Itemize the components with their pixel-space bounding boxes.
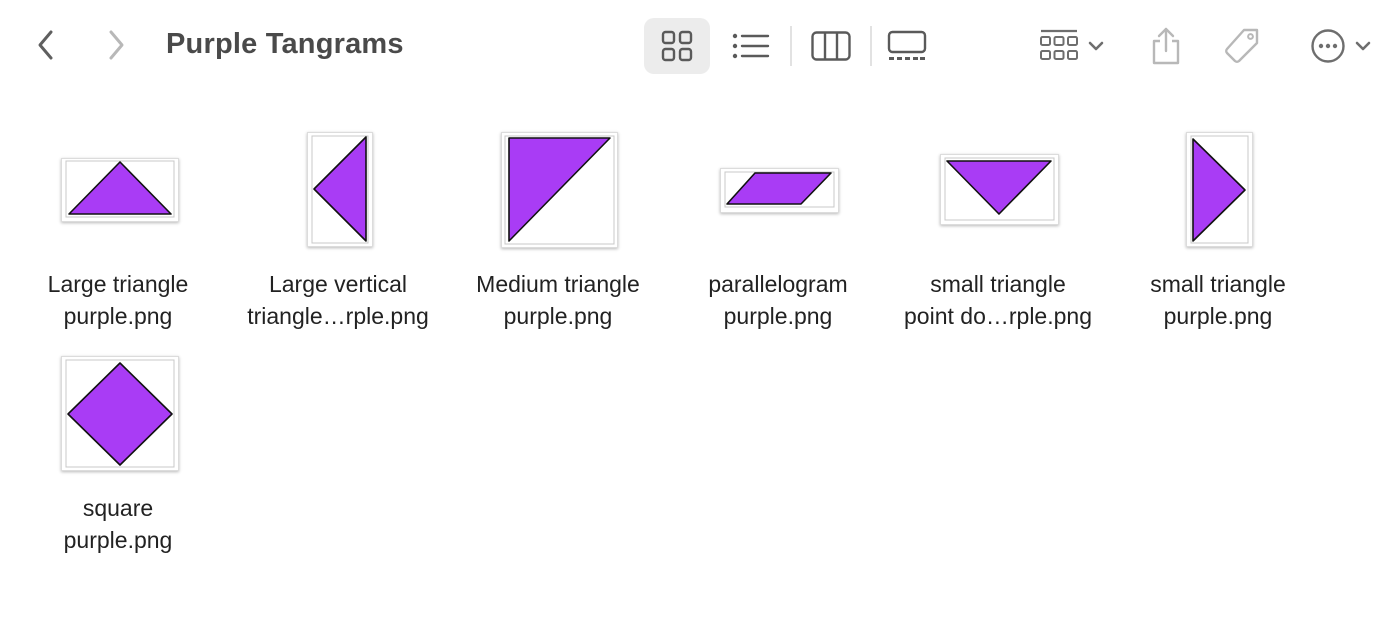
gallery-icon — [887, 30, 927, 60]
group-by-button[interactable] — [1032, 18, 1112, 74]
triangle-shape-icon — [1190, 135, 1249, 244]
gallery-view-button[interactable] — [878, 18, 936, 74]
tag-icon — [1225, 28, 1259, 63]
file-thumbnail — [307, 132, 373, 247]
file-item[interactable]: square purple.png — [8, 346, 228, 566]
toolbar-divider — [870, 26, 872, 66]
more-actions-button[interactable] — [1302, 18, 1380, 74]
file-item[interactable]: small triangle point do…rple.png — [888, 100, 1108, 340]
file-name-line1: Large vertical — [268, 271, 408, 297]
file-name-line2: purple.png — [503, 303, 613, 329]
file-item[interactable]: small triangle purple.png — [1108, 100, 1328, 340]
parallelogram-shape-icon — [724, 171, 835, 208]
file-thumbnail — [61, 356, 179, 471]
list-icon — [732, 33, 770, 59]
columns-icon — [811, 31, 851, 61]
chevron-left-icon — [38, 30, 53, 60]
list-view-button[interactable] — [722, 18, 780, 74]
icon-view-button[interactable] — [644, 18, 710, 74]
chevron-down-icon — [1355, 41, 1371, 51]
file-name-line2: purple.png — [723, 303, 833, 329]
file-item[interactable]: parallelogram purple.png — [668, 100, 888, 340]
toolbar-divider — [790, 26, 792, 66]
file-name-line1: Large triangle — [47, 271, 189, 297]
forward-button[interactable] — [96, 24, 136, 66]
file-item[interactable]: Large vertical triangle…rple.png — [228, 100, 448, 340]
file-thumbnail — [1186, 132, 1253, 247]
file-name-line2: purple.png — [1163, 303, 1273, 329]
file-item[interactable]: Medium triangle purple.png — [448, 100, 668, 340]
file-thumbnail — [61, 158, 179, 222]
share-icon — [1152, 27, 1180, 65]
file-name-line2: purple.png — [63, 303, 173, 329]
chevron-right-icon — [109, 30, 124, 60]
square-shape-icon — [65, 359, 175, 468]
window-title: Purple Tangrams — [166, 28, 404, 60]
chevron-down-icon — [1088, 41, 1104, 51]
file-thumbnail — [501, 132, 618, 248]
file-name-line1: parallelogram — [708, 271, 848, 297]
file-name-line1: square — [82, 495, 154, 521]
file-name-line2: point do…rple.png — [904, 303, 1092, 329]
triangle-shape-icon — [311, 135, 369, 244]
column-view-button[interactable] — [802, 18, 860, 74]
file-thumbnail — [720, 168, 839, 213]
tag-button[interactable] — [1216, 18, 1268, 74]
finder-toolbar: Purple Tangrams — [0, 0, 1396, 92]
file-item[interactable]: Large triangle purple.png — [8, 100, 228, 340]
triangle-shape-icon — [504, 135, 615, 245]
file-name-line1: small triangle — [1150, 271, 1286, 297]
file-name-line2: purple.png — [63, 527, 173, 553]
triangle-shape-icon — [65, 160, 175, 218]
group-by-icon — [1040, 29, 1078, 60]
file-name-line1: Medium triangle — [476, 271, 640, 297]
file-name-line2: triangle…rple.png — [247, 303, 429, 329]
back-button[interactable] — [26, 24, 66, 66]
ellipsis-circle-icon — [1311, 29, 1345, 63]
triangle-shape-icon — [944, 157, 1055, 221]
grid-icon — [661, 30, 693, 62]
share-button[interactable] — [1142, 18, 1190, 74]
file-name-line1: small triangle — [930, 271, 1066, 297]
file-thumbnail — [940, 154, 1059, 225]
